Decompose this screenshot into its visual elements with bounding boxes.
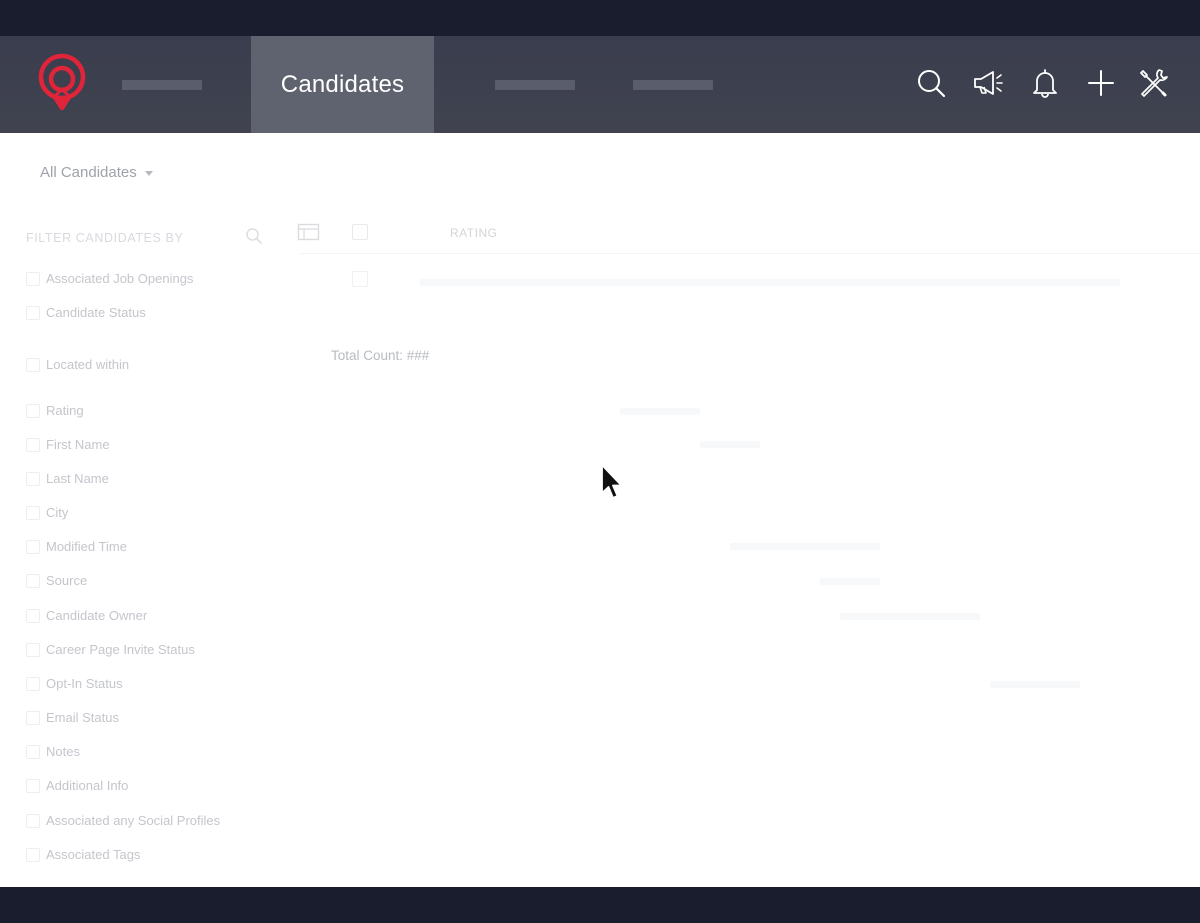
filter-item[interactable]: City — [26, 505, 68, 520]
faded-row — [820, 578, 880, 585]
main-content: All Candidates FILTER CANDIDATES BY Asso… — [0, 133, 1200, 887]
filter-item[interactable]: Additional Info — [26, 778, 128, 793]
filter-item-label: Notes — [46, 744, 80, 759]
filter-checkbox[interactable] — [26, 813, 40, 828]
mouse-cursor-icon — [598, 462, 624, 502]
filter-item[interactable]: Candidate Owner — [26, 608, 147, 623]
filter-item[interactable]: Associated Tags — [26, 847, 140, 862]
chevron-down-icon — [144, 171, 153, 176]
filter-item[interactable]: Located within — [26, 357, 129, 372]
filter-checkbox[interactable] — [26, 573, 40, 588]
filter-checkbox[interactable] — [26, 505, 40, 520]
filter-item[interactable]: Modified Time — [26, 539, 127, 554]
top-bar-strip — [0, 0, 1200, 36]
filter-item[interactable]: First Name — [26, 437, 110, 452]
faded-row — [420, 279, 1120, 286]
filter-checkbox[interactable] — [26, 471, 40, 486]
filter-item-label: Candidate Status — [46, 305, 146, 320]
filter-item[interactable]: Rating — [26, 403, 84, 418]
total-count: Total Count: ### — [331, 348, 430, 363]
view-selector-label: All Candidates — [40, 164, 137, 181]
filter-item[interactable]: Associated any Social Profiles — [26, 813, 220, 828]
filter-item-label: First Name — [46, 437, 110, 452]
filter-checkbox[interactable] — [26, 847, 40, 862]
filter-checkbox[interactable] — [26, 357, 40, 372]
table-header-divider — [300, 253, 1200, 254]
faded-row — [620, 408, 700, 415]
row-checkbox[interactable] — [352, 271, 368, 287]
filter-item-label: Associated Tags — [46, 847, 141, 862]
filter-item[interactable]: Candidate Status — [26, 305, 146, 320]
nav-tab-placeholder-1[interactable] — [122, 80, 202, 90]
filter-item-label: Last Name — [46, 471, 109, 486]
filter-checkbox[interactable] — [26, 271, 40, 286]
nav-tab-placeholder-2[interactable] — [495, 80, 575, 90]
search-icon[interactable] — [914, 66, 948, 100]
filter-heading: FILTER CANDIDATES BY — [26, 231, 184, 245]
filter-item[interactable]: Email Status — [26, 710, 119, 725]
filter-checkbox[interactable] — [26, 305, 40, 320]
top-navbar: Candidates — [0, 36, 1200, 133]
filter-item-label: Career Page Invite Status — [46, 642, 195, 657]
filter-item[interactable]: Source — [26, 573, 87, 588]
brand-logo-icon[interactable] — [34, 52, 90, 114]
filter-item-label: Associated any Social Profiles — [46, 813, 221, 828]
filter-item-label: Source — [46, 573, 88, 588]
tools-icon[interactable] — [1136, 66, 1170, 100]
filter-search-icon[interactable] — [244, 226, 264, 246]
filter-item-label: Modified Time — [46, 539, 127, 554]
view-selector[interactable]: All Candidates — [40, 164, 153, 181]
filter-checkbox[interactable] — [26, 403, 40, 418]
filter-item[interactable]: Opt-In Status — [26, 676, 123, 691]
faded-row — [700, 441, 760, 448]
nav-tab-placeholder-3[interactable] — [633, 80, 713, 90]
filter-checkbox[interactable] — [26, 539, 40, 554]
table-view-icon[interactable] — [297, 222, 321, 242]
faded-row — [730, 543, 880, 550]
bottom-bar-strip — [0, 887, 1200, 923]
filter-item-label: Opt-In Status — [46, 676, 123, 691]
filter-item-label: Associated Job Openings — [46, 271, 194, 286]
filter-item[interactable]: Last Name — [26, 471, 109, 486]
filter-item[interactable]: Notes — [26, 744, 80, 759]
filter-checkbox[interactable] — [26, 437, 40, 452]
nav-tab-candidates[interactable]: Candidates — [251, 36, 434, 133]
filter-item-label: Additional Info — [46, 778, 129, 793]
faded-row — [990, 681, 1080, 688]
megaphone-icon[interactable] — [971, 66, 1005, 100]
filter-item-label: City — [46, 505, 69, 520]
filter-item-label: Located within — [46, 357, 130, 372]
select-all-checkbox[interactable] — [352, 224, 368, 240]
filter-item-label: Email Status — [46, 710, 119, 725]
filter-checkbox[interactable] — [26, 676, 40, 691]
filter-item-label: Candidate Owner — [46, 608, 148, 623]
bell-icon[interactable] — [1028, 66, 1062, 100]
filter-checkbox[interactable] — [26, 744, 40, 759]
filter-item[interactable]: Career Page Invite Status — [26, 642, 195, 657]
filter-checkbox[interactable] — [26, 778, 40, 793]
nav-tab-candidates-label: Candidates — [280, 70, 405, 98]
filter-checkbox[interactable] — [26, 642, 40, 657]
faded-row — [840, 613, 980, 620]
column-header-rating[interactable]: RATING — [450, 226, 497, 240]
filter-item[interactable]: Associated Job Openings — [26, 271, 193, 286]
filter-checkbox[interactable] — [26, 608, 40, 623]
filter-item-label: Rating — [46, 403, 84, 418]
filter-checkbox[interactable] — [26, 710, 40, 725]
plus-icon[interactable] — [1084, 66, 1118, 100]
